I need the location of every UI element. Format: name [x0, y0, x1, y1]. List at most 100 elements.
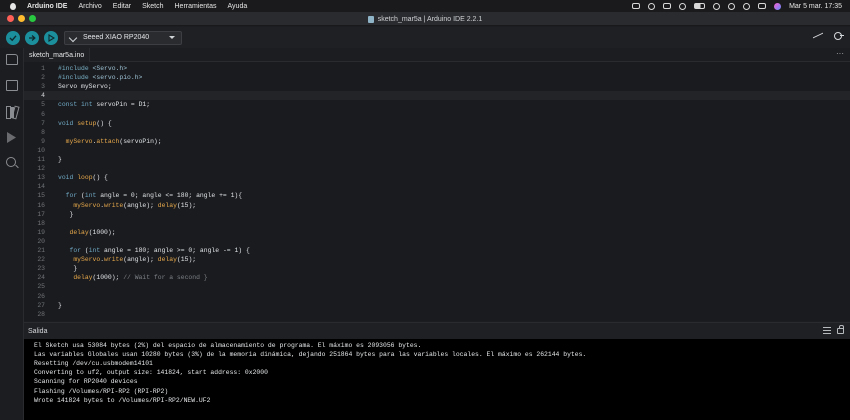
code-line[interactable]: 17 }	[24, 210, 850, 219]
code-text: for (int angle = 0; angle <= 180; angle …	[65, 192, 243, 200]
code-text: myServo.attach(servoPin);	[65, 137, 162, 145]
apple-icon[interactable]	[8, 1, 18, 11]
line-number: 16	[37, 201, 45, 209]
code-text: void loop() {	[58, 174, 108, 182]
code-text: delay(1000); // Wait for a second }	[73, 274, 208, 282]
code-line[interactable]: 28	[24, 310, 850, 319]
code-text: }	[58, 265, 78, 273]
line-number: 25	[37, 283, 45, 291]
code-line[interactable]: 16 myServo.write(angle); delay(15);	[24, 201, 850, 210]
code-text: void setup() {	[58, 119, 112, 127]
code-line[interactable]: 10	[24, 146, 850, 155]
code-text: myServo.write(angle); delay(15);	[73, 201, 197, 209]
clear-output-icon[interactable]	[823, 327, 831, 334]
user-icon[interactable]	[679, 2, 687, 10]
line-number: 11	[37, 156, 45, 163]
upload-button[interactable]	[25, 30, 39, 45]
code-line[interactable]: 9 myServo.attach(servoPin);	[24, 137, 850, 146]
code-line[interactable]: 21 for (int angle = 180; angle >= 0; ang…	[24, 246, 850, 255]
menu-app-name[interactable]: Arduino IDE	[27, 3, 67, 10]
output-title: Salida	[28, 327, 48, 335]
document-icon	[367, 15, 374, 23]
code-line[interactable]: 18	[24, 219, 850, 228]
output-header: Salida	[24, 323, 850, 339]
code-text: #include <servo.pio.h>	[58, 74, 143, 82]
battery-icon[interactable]	[694, 3, 706, 9]
code-line[interactable]: 4	[24, 91, 850, 101]
headphones-icon[interactable]	[648, 2, 656, 10]
serial-plotter-icon[interactable]	[812, 30, 824, 42]
menu-archivo[interactable]: Archivo	[78, 3, 101, 10]
line-number: 19	[37, 228, 45, 236]
sketchbook-folder-icon[interactable]	[6, 54, 18, 65]
debug-panel-icon[interactable]	[6, 132, 18, 143]
line-number: 14	[37, 183, 45, 191]
code-line[interactable]: 19 delay(1000);	[24, 228, 850, 237]
menu-sketch[interactable]: Sketch	[142, 3, 163, 10]
search-icon[interactable]	[6, 157, 16, 167]
code-line[interactable]: 5 const int servoPin = D1;	[24, 100, 850, 109]
control-center-icon[interactable]	[758, 3, 767, 9]
line-number: 3	[41, 83, 45, 91]
line-number: 24	[37, 274, 45, 282]
menu-herramientas[interactable]: Herramientas	[175, 3, 217, 10]
screen-mirror-icon[interactable]	[632, 3, 641, 9]
code-line[interactable]: 3 Servo myServo;	[24, 82, 850, 91]
wifi-icon[interactable]	[713, 2, 721, 10]
spotlight-search-icon[interactable]	[743, 2, 751, 10]
tab-sketch-file[interactable]: sketch_mar5a.ino	[24, 48, 91, 62]
code-line[interactable]: 25	[24, 282, 850, 291]
code-line[interactable]: 26	[24, 292, 850, 301]
code-editor[interactable]: 1 #include <Servo.h> 2 #include <servo.pio.…	[24, 62, 850, 321]
code-text: myServo.write(angle); delay(15);	[73, 256, 197, 264]
code-line[interactable]: 6	[24, 110, 850, 119]
more-options-icon[interactable]: ···	[836, 48, 844, 62]
code-text: }	[58, 210, 74, 218]
code-line[interactable]: 20	[24, 237, 850, 246]
menu-editar[interactable]: Editar	[113, 3, 131, 10]
code-line[interactable]: 22 myServo.write(angle); delay(15);	[24, 255, 850, 264]
code-text: Servo myServo;	[58, 83, 112, 91]
code-line[interactable]: 13 void loop() {	[24, 173, 850, 182]
code-line[interactable]: 1 #include <Servo.h>	[24, 64, 850, 73]
code-text: }	[58, 156, 62, 163]
line-number: 2	[41, 74, 45, 82]
code-line[interactable]: 8	[24, 128, 850, 137]
code-line[interactable]: 24 delay(1000); // Wait for a second }	[24, 273, 850, 282]
serial-monitor-icon[interactable]	[832, 30, 844, 42]
menu-ayuda[interactable]: Ayuda	[228, 3, 248, 10]
output-line: Flashing /Volumes/RPI-RP2 (RPI-RP2)	[34, 387, 169, 395]
code-line[interactable]: 23 }	[24, 264, 850, 273]
bluetooth-icon[interactable]	[728, 2, 736, 10]
editor-tab-bar: sketch_mar5a.ino ···	[24, 48, 850, 62]
line-number: 27	[37, 301, 45, 309]
code-line[interactable]: 2 #include <servo.pio.h>	[24, 73, 850, 82]
boards-manager-icon[interactable]	[6, 80, 18, 91]
keyboard-icon[interactable]	[663, 3, 672, 9]
board-selector[interactable]: Seeed XIAO RP2040	[64, 30, 182, 45]
line-number: 4	[41, 92, 45, 100]
line-number: 1	[41, 65, 45, 72]
code-line[interactable]: 27}	[24, 301, 850, 310]
debug-button[interactable]	[44, 30, 58, 45]
debug-icon	[48, 33, 55, 42]
line-number: 28	[37, 310, 45, 318]
line-number: 6	[41, 110, 45, 118]
code-line[interactable]: 15 for (int angle = 0; angle <= 180; ang…	[24, 191, 850, 200]
line-number: 21	[37, 247, 45, 254]
line-number: 15	[37, 192, 45, 200]
code-line[interactable]: 12	[24, 164, 850, 173]
library-manager-icon[interactable]	[6, 106, 18, 119]
code-line[interactable]: 14	[24, 182, 850, 191]
code-line[interactable]: 11}	[24, 155, 850, 164]
activity-bar	[0, 48, 24, 420]
scroll-lock-icon[interactable]	[837, 325, 844, 334]
menubar-clock[interactable]: Mar 5 mar. 17:35	[789, 3, 842, 10]
output-line: Converting to uf2, output size: 141824, …	[34, 369, 268, 377]
output-line: El Sketch usa 53084 bytes (2%) del espac…	[34, 342, 422, 349]
code-line[interactable]: 7 void setup() {	[24, 119, 850, 128]
siri-icon[interactable]	[774, 2, 782, 10]
line-number: 23	[37, 265, 45, 273]
check-icon	[9, 34, 17, 41]
verify-button[interactable]	[6, 30, 20, 45]
